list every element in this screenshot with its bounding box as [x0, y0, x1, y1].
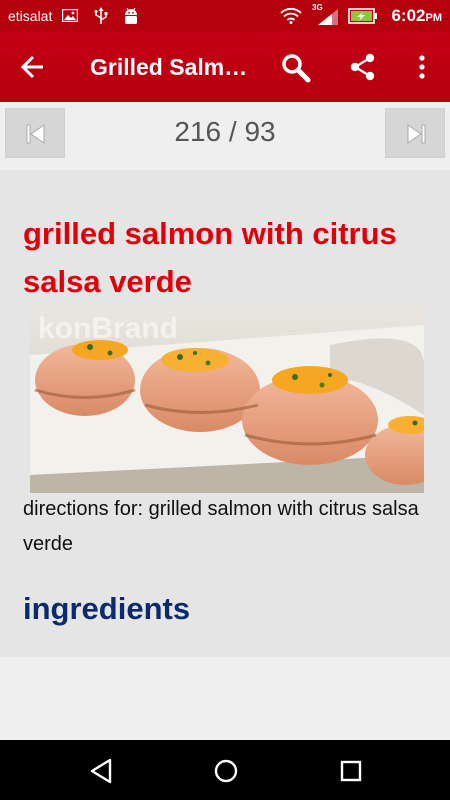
page-title: Grilled Salmon with Citrus Salsa Verde — [90, 54, 250, 80]
nav-back-icon[interactable] — [88, 758, 114, 784]
search-icon[interactable] — [280, 52, 312, 84]
cell-signal-icon — [318, 9, 338, 25]
recipe-photo: konBrand — [30, 305, 424, 493]
more-options-icon[interactable] — [414, 54, 430, 82]
status-bar: etisalat 3G 6:02PM — [0, 0, 450, 32]
recipe-content: grilled salmon with citrus salsa verde k… — [0, 170, 450, 657]
system-nav-bar — [0, 740, 450, 800]
skip-previous-icon — [26, 124, 45, 144]
image-notification-icon — [62, 9, 78, 22]
previous-recipe-button[interactable] — [5, 108, 65, 158]
recipe-title: grilled salmon with citrus salsa verde — [23, 216, 397, 299]
share-icon[interactable] — [348, 52, 378, 82]
carrier-name: etisalat — [8, 8, 53, 24]
skip-next-icon — [407, 124, 426, 144]
photo-watermark: konBrand — [38, 312, 178, 345]
android-debug-icon — [125, 7, 137, 24]
wifi-icon — [280, 7, 302, 24]
clock: 6:02PM — [391, 6, 442, 25]
usb-icon — [94, 7, 108, 24]
nav-recents-icon[interactable] — [338, 758, 364, 784]
next-recipe-button[interactable] — [385, 108, 445, 158]
recipe-counter: 216 / 93 — [174, 116, 276, 147]
nav-home-icon[interactable] — [213, 758, 239, 784]
ingredients-heading: ingredients — [23, 591, 191, 626]
back-arrow-icon[interactable] — [20, 54, 46, 80]
pager: 216 / 93 — [0, 102, 450, 170]
recipe-directions: directions for: grilled salmon with citr… — [23, 498, 419, 555]
app-bar: Grilled Salmon with Citrus Salsa Verde — [0, 32, 450, 102]
battery-charging-icon — [348, 8, 377, 24]
